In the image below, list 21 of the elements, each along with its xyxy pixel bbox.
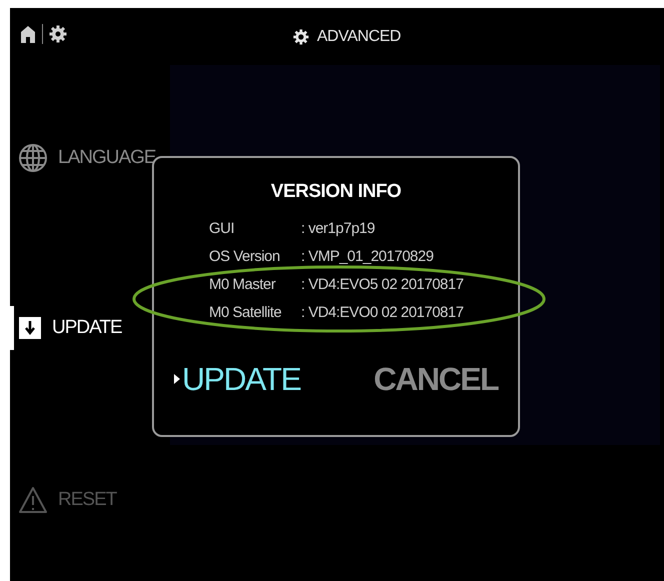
download-icon [18, 316, 42, 340]
dialog-button[interactable]: CANCEL [374, 363, 498, 395]
info-label: M0 Satellite [209, 302, 282, 322]
screen-title: ADVANCED [317, 27, 401, 47]
home-icon [20, 25, 36, 43]
sidebar-item[interactable]: UPDATE [18, 314, 122, 342]
info-value: : ver1p7p19 [301, 218, 375, 238]
gear-icon [49, 25, 67, 43]
info-value: : VD4:EVO0 02 20170817 [301, 302, 464, 322]
globe-icon [18, 143, 48, 173]
dialog-title: VERSION INFO [270, 180, 402, 204]
info-label: GUI [209, 218, 236, 238]
info-label: M0 Master [209, 274, 277, 294]
info-label: OS Version [209, 246, 281, 266]
gear-icon [293, 29, 309, 45]
warning-icon [18, 486, 48, 514]
dialog-button[interactable]: UPDATE [182, 363, 300, 395]
pointer-icon [174, 374, 180, 384]
info-value: : VMP_01_20170829 [301, 246, 434, 266]
info-value: : VD4:EVO5 02 20170817 [301, 274, 464, 294]
sidebar-item[interactable]: LANGUAGE [18, 143, 156, 173]
